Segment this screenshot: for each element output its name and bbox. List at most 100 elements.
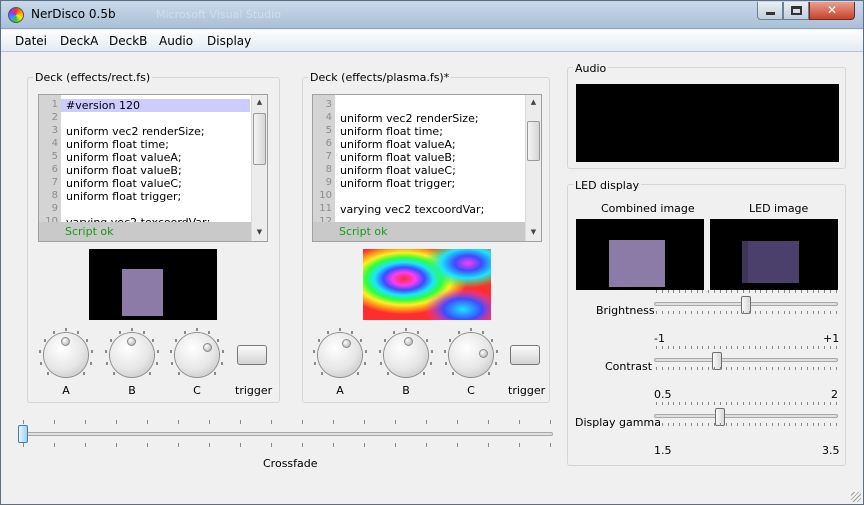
crossfade-tick xyxy=(116,420,117,424)
led-slider-tick xyxy=(830,311,831,314)
deck-a-knob-tick xyxy=(112,372,115,376)
contrast-min: 0.5 xyxy=(654,388,672,401)
menu-datei[interactable]: Datei xyxy=(15,34,47,48)
deck-b-knob-label: C xyxy=(467,384,475,397)
title-bar[interactable]: NerDisco 0.5b Microsoft Visual Studio ✕ xyxy=(1,1,863,29)
crossfade-tick xyxy=(271,420,272,424)
deck-a-knob-tick xyxy=(174,338,177,342)
deck-a-line-number: 2 xyxy=(51,112,58,123)
scroll-down-arrow-icon[interactable]: ▼ xyxy=(252,228,267,236)
led-slider-tick xyxy=(661,423,663,426)
deck-a-knob-tick xyxy=(142,330,145,334)
deck-a-code-editor[interactable]: 1 #version 120 2 3 uniform vec2 renderSize; 4… xyxy=(38,94,268,242)
deck-b-trigger-button[interactable] xyxy=(510,345,540,365)
deck-a-knob-tick xyxy=(86,338,89,342)
deck-a-knob-b[interactable] xyxy=(110,333,154,377)
led-slider-tick xyxy=(696,311,698,314)
deck-b-code-line: uniform float time; xyxy=(340,125,443,138)
knob-indicator-icon xyxy=(341,339,351,349)
scroll-down-arrow-icon[interactable]: ▼ xyxy=(526,228,541,236)
led-slider-tick xyxy=(812,423,814,426)
deck-a-scrollbar[interactable]: ▲ ▼ xyxy=(251,95,267,241)
deck-b-knob-tick xyxy=(313,349,316,353)
led-slider-tick xyxy=(685,423,686,426)
deck-b-knob-tick xyxy=(357,372,360,376)
menu-deckb[interactable]: DeckB xyxy=(109,34,147,48)
deck-a-knob-tick xyxy=(76,330,79,334)
crossfade-tick xyxy=(426,420,427,424)
led-slider-tick xyxy=(702,402,704,405)
knob-indicator-icon xyxy=(404,337,414,347)
led-slider-tick xyxy=(812,290,814,293)
led-slider-tick xyxy=(772,402,773,405)
deck-b-scroll-thumb[interactable] xyxy=(527,121,540,161)
led-slider-tick xyxy=(824,346,826,349)
resize-grip[interactable] xyxy=(851,492,861,502)
led-slider-tick xyxy=(783,367,785,370)
led-slider-tick xyxy=(772,311,773,314)
deck-b-code-editor[interactable]: 3 4 uniform vec2 renderSize; 5 uniform float… xyxy=(312,94,542,242)
menu-decka[interactable]: DeckA xyxy=(60,34,98,48)
led-slider-tick xyxy=(743,346,744,349)
crossfade-slider[interactable] xyxy=(23,432,553,436)
led-slider-tick xyxy=(812,367,814,370)
led-slider-tick xyxy=(818,290,820,293)
deck-a-scroll-thumb[interactable] xyxy=(253,113,266,165)
crossfade-tick xyxy=(23,420,24,424)
led-slider-tick xyxy=(679,402,681,405)
maximize-button[interactable] xyxy=(783,2,809,20)
led-slider-tick xyxy=(760,311,762,314)
led-slider-tick xyxy=(766,346,768,349)
minimize-button[interactable] xyxy=(757,2,783,20)
deck-b-knob-tick xyxy=(495,349,498,353)
menu-audio[interactable]: Audio xyxy=(159,34,193,48)
led-slider-tick xyxy=(766,423,768,426)
led-slider-tick xyxy=(737,402,739,405)
led-slider-tick xyxy=(673,346,675,349)
crossfade-tick xyxy=(54,420,55,424)
led-slider-tick xyxy=(743,290,744,293)
deck-a-knob-tick xyxy=(171,362,174,366)
deck-a-code-line: uniform float valueA; xyxy=(66,151,182,164)
led-slider-tick xyxy=(795,311,797,314)
close-button[interactable]: ✕ xyxy=(809,2,855,20)
deck-a-knob-a[interactable] xyxy=(44,333,88,377)
deck-b-knob-tick xyxy=(430,349,433,353)
deck-a-knob-tick xyxy=(170,349,173,353)
led-slider-tick xyxy=(656,402,657,405)
scroll-up-arrow-icon[interactable]: ▲ xyxy=(252,98,267,106)
deck-b-knob-b[interactable] xyxy=(384,333,428,377)
led-slider-tick xyxy=(777,311,779,314)
crossfade-tick xyxy=(116,443,117,447)
deck-b-line-number: 8 xyxy=(325,164,332,175)
crossfade-handle[interactable] xyxy=(18,425,28,443)
deck-a-code-line: uniform float valueC; xyxy=(66,177,182,190)
led-slider-tick xyxy=(679,423,681,426)
led-slider-tick xyxy=(731,311,733,314)
deck-a-trigger-button[interactable] xyxy=(237,345,267,365)
led-slider-tick xyxy=(789,423,791,426)
led-slider-tick xyxy=(661,290,663,293)
deck-a-knob-c[interactable] xyxy=(175,333,219,377)
crossfade-tick xyxy=(271,443,272,447)
led-slider-tick xyxy=(679,346,681,349)
contrast-slider[interactable] xyxy=(654,358,838,362)
crossfade-tick xyxy=(54,443,55,447)
brightness-label: Brightness xyxy=(596,304,655,317)
deck-a-code-line: uniform float valueB; xyxy=(66,164,182,177)
deck-b-knob-a[interactable] xyxy=(318,333,362,377)
led-slider-tick xyxy=(824,402,826,405)
deck-a-knob-tick xyxy=(119,330,122,334)
led-slider-tick xyxy=(696,346,698,349)
led-slider-tick xyxy=(714,402,715,405)
crossfade-tick xyxy=(333,443,334,447)
menu-display[interactable]: Display xyxy=(207,34,251,48)
led-slider-tick xyxy=(737,346,739,349)
knob-indicator-icon xyxy=(478,349,488,359)
deck-b-knob-c[interactable] xyxy=(449,333,493,377)
deck-b-scrollbar[interactable]: ▲ ▼ xyxy=(525,95,541,241)
deck-a-knob-tick xyxy=(149,372,152,376)
scroll-up-arrow-icon[interactable]: ▲ xyxy=(526,98,541,106)
display-gamma-slider[interactable] xyxy=(654,414,838,418)
led-slider-tick xyxy=(656,311,657,314)
